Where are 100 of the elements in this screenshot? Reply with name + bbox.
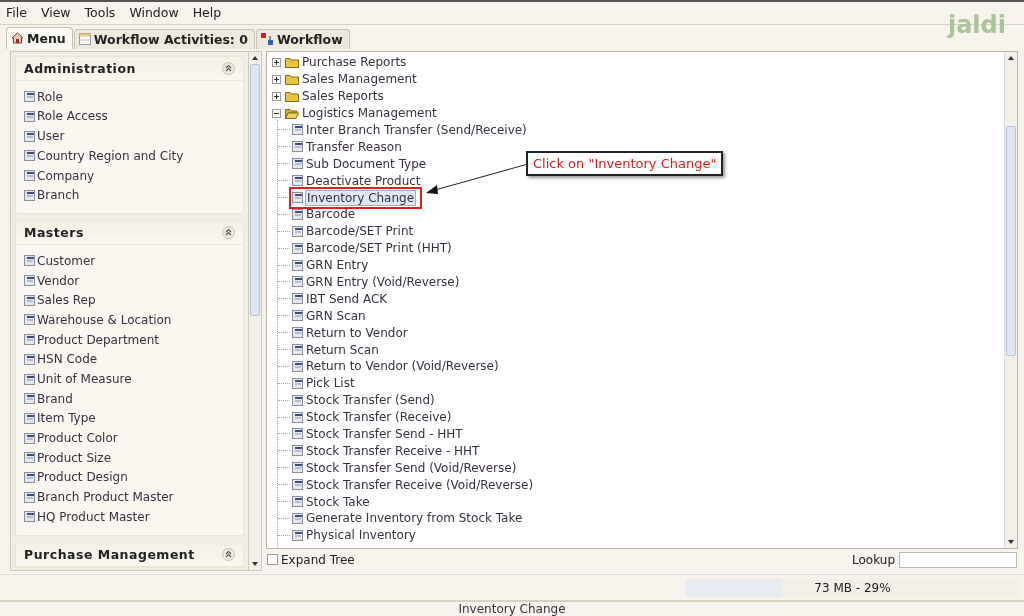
menu-item[interactable]: File xyxy=(6,5,27,21)
menu-link[interactable]: Sales Rep xyxy=(24,290,235,311)
tree-folder[interactable]: Sales Management xyxy=(301,72,418,87)
menu-link[interactable]: Warehouse & Location xyxy=(24,310,235,330)
window-icon xyxy=(24,110,35,122)
menu-link[interactable]: Product Design xyxy=(24,467,235,488)
tree-item[interactable]: Return to Vendor xyxy=(305,325,409,340)
window-icon xyxy=(292,208,303,220)
expand-icon[interactable] xyxy=(272,57,281,67)
tree-item[interactable]: Pick List xyxy=(305,376,356,391)
tree-item[interactable]: Return Scan xyxy=(305,342,380,357)
tree-item[interactable]: Transfer Reason xyxy=(305,139,403,154)
collapse-icon[interactable] xyxy=(272,108,281,118)
window-icon xyxy=(292,242,303,254)
expand-tree-checkbox[interactable]: Expand Tree xyxy=(266,552,355,567)
menu-link[interactable]: User xyxy=(24,126,235,146)
menu-link[interactable]: Vendor xyxy=(24,270,235,291)
menu-link[interactable]: Role xyxy=(24,86,235,107)
tree-item[interactable]: Return to Vendor (Void/Reverse) xyxy=(305,359,500,374)
menu-link[interactable]: Item Type xyxy=(24,408,235,429)
collapse-icon[interactable] xyxy=(222,61,235,75)
tree-item[interactable]: Stock Transfer (Receive) xyxy=(305,410,453,425)
menu-link[interactable]: Company xyxy=(24,165,235,186)
tree-folder[interactable]: Purchase Reports xyxy=(301,55,408,70)
collapse-icon[interactable] xyxy=(222,226,235,240)
menu-item[interactable]: Tools xyxy=(84,5,116,21)
tree-item[interactable]: Stock Transfer Send (Void/Reverse) xyxy=(305,460,518,475)
tab[interactable]: Workflow Activities: 0 xyxy=(73,28,255,49)
section-title: Administration xyxy=(24,60,136,76)
window-icon xyxy=(292,529,303,541)
menu-link[interactable]: Unit of Measure xyxy=(24,369,235,389)
window-icon xyxy=(24,189,35,201)
tree-item[interactable]: GRN Entry xyxy=(305,258,370,273)
window-icon xyxy=(24,314,35,326)
status-text: Inventory Change xyxy=(458,602,566,616)
workflow-icon xyxy=(260,32,274,46)
menu-link[interactable]: Brand xyxy=(24,388,235,409)
tree-item[interactable]: Barcode/SET Print (HHT) xyxy=(305,241,453,256)
tab[interactable]: Workflow xyxy=(255,28,350,49)
window-icon xyxy=(292,124,303,136)
tree-item[interactable]: IBT Send ACK xyxy=(305,291,389,306)
menu-item[interactable]: Help xyxy=(192,5,222,21)
tree-item[interactable]: GRN Entry (Void/Reverse) xyxy=(305,274,461,289)
menu-link[interactable]: HSN Code xyxy=(24,349,235,370)
tree-item[interactable]: Barcode/SET Print xyxy=(305,224,415,239)
tab[interactable]: Menu xyxy=(6,26,73,49)
table-icon xyxy=(78,33,91,46)
tree-item[interactable]: Sub Document Type xyxy=(305,156,428,171)
window-icon xyxy=(24,471,35,483)
scrollbar[interactable] xyxy=(248,51,261,570)
expand-icon[interactable] xyxy=(272,74,281,84)
menu-item[interactable]: Window xyxy=(129,5,179,21)
collapse-icon[interactable] xyxy=(222,547,235,561)
menu-link[interactable]: Role Access xyxy=(24,106,235,127)
expand-icon[interactable] xyxy=(272,91,281,101)
folder-icon xyxy=(285,73,299,85)
menu-link[interactable]: Customer xyxy=(24,251,235,271)
window-icon xyxy=(292,377,303,389)
window-icon xyxy=(24,294,35,306)
menu-link[interactable]: Product Color xyxy=(24,428,235,448)
tree-item[interactable]: Stock Transfer Receive - HHT xyxy=(305,443,481,458)
tree-item[interactable]: Inter Branch Transfer (Send/Receive) xyxy=(305,122,528,137)
window-icon xyxy=(292,192,303,203)
menu-link[interactable]: Product Size xyxy=(24,447,235,468)
window-icon xyxy=(24,170,35,181)
window-icon xyxy=(292,394,303,406)
window-icon xyxy=(292,445,303,457)
scrollbar[interactable] xyxy=(1004,51,1017,548)
tree-item[interactable]: Generate Inventory from Stock Take xyxy=(305,511,524,526)
window-icon xyxy=(24,452,35,464)
menu-link[interactable]: Product Department xyxy=(24,329,235,350)
window-icon xyxy=(292,344,303,355)
window-icon xyxy=(24,511,35,523)
menu-link[interactable]: Branch xyxy=(24,185,235,206)
tree-item[interactable]: Stock Transfer Receive (Void/Reverse) xyxy=(305,477,535,492)
tree-folder[interactable]: Logistics Management xyxy=(301,106,438,121)
tree-item[interactable]: Physical Inventory xyxy=(305,528,417,543)
window-icon xyxy=(292,479,303,491)
lookup-field[interactable] xyxy=(899,551,1017,568)
window-icon xyxy=(292,310,303,322)
menu-link[interactable]: Country Region and City xyxy=(24,146,235,166)
tree-folder[interactable]: Sales Reports xyxy=(301,89,385,104)
window-icon xyxy=(292,259,303,271)
tree-item[interactable]: GRN Scan xyxy=(305,308,367,323)
tree-item[interactable]: Stock Transfer (Send) xyxy=(305,393,436,408)
menu-link[interactable]: HQ Product Master xyxy=(24,507,235,527)
tree-item[interactable]: Deactivate Product xyxy=(305,173,422,188)
window-icon xyxy=(292,175,303,187)
menu-item[interactable]: View xyxy=(40,5,71,21)
window-icon xyxy=(292,462,303,474)
tree-item[interactable]: Inventory Change xyxy=(305,189,417,206)
menu-link[interactable]: Branch Product Master xyxy=(24,487,235,507)
window-icon xyxy=(24,255,35,267)
tree-item[interactable]: Stock Take xyxy=(305,494,371,509)
tree-item[interactable]: Stock Transfer Send - HHT xyxy=(305,426,464,441)
window-icon xyxy=(24,353,35,365)
window-icon xyxy=(292,360,303,372)
tree-item[interactable]: Barcode xyxy=(305,207,357,222)
folder-icon xyxy=(285,56,299,68)
window-icon xyxy=(24,373,35,385)
